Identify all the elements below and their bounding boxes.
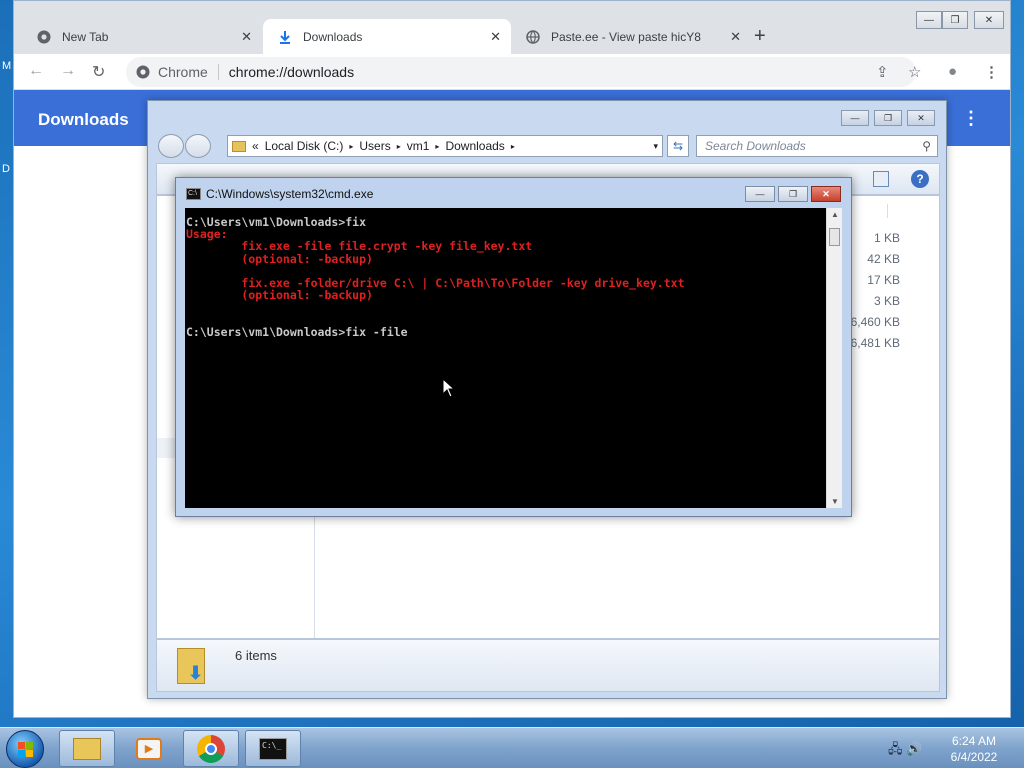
- chevron-right-icon[interactable]: ▸: [349, 142, 353, 151]
- download-icon: [277, 29, 293, 45]
- windows-logo-icon: [18, 742, 34, 758]
- minimize-button[interactable]: —: [841, 110, 869, 126]
- page-title: Downloads: [38, 110, 129, 129]
- scroll-up-arrow-icon[interactable]: ▲: [831, 210, 839, 219]
- cmd-icon: C:\: [186, 188, 201, 200]
- desktop-icon-label[interactable]: D: [2, 163, 10, 175]
- profile-icon[interactable]: ●: [948, 63, 957, 80]
- console-line: (optional: -backup): [186, 251, 373, 266]
- taskbar-chrome-button[interactable]: [183, 730, 239, 767]
- search-icon[interactable]: ⚲: [922, 139, 931, 153]
- chevron-down-icon[interactable]: ▾: [653, 141, 658, 152]
- system-clock[interactable]: 6:24 AM 6/4/2022: [940, 733, 1008, 765]
- breadcrumb[interactable]: « Local Disk (C:) ▸ Users ▸ vm1 ▸ Downlo…: [227, 135, 663, 157]
- console-line: C:\Users\vm1\Downloads>fix -file: [186, 324, 408, 339]
- tray-network-volume-icons[interactable]: 🖧 🔊: [888, 740, 922, 762]
- close-window-button[interactable]: ✕: [974, 11, 1004, 29]
- restore-button[interactable]: ❐: [942, 11, 968, 29]
- site-chip: Chrome: [158, 64, 219, 80]
- close-window-button[interactable]: ✕: [811, 186, 841, 202]
- refresh-button[interactable]: ⇆: [667, 135, 689, 157]
- tab-paste-ee[interactable]: Paste.ee - View paste hicY8 ✕: [511, 19, 751, 54]
- back-button[interactable]: [158, 134, 184, 158]
- tab-strip: New Tab ✕ Downloads ✕ Paste.ee - View pa…: [14, 1, 1010, 54]
- cmd-icon: C:\_: [259, 737, 287, 760]
- folder-icon: [73, 737, 101, 760]
- tab-title: New Tab: [62, 29, 109, 44]
- forward-button[interactable]: [185, 134, 211, 158]
- breadcrumb-item[interactable]: vm1: [407, 139, 430, 153]
- desktop-icon-label[interactable]: M: [2, 60, 11, 72]
- scroll-thumb[interactable]: [829, 228, 840, 246]
- browser-toolbar: ← → ↻ Chrome chrome://downloads ⇪ ☆ ● ⋮: [14, 54, 1010, 90]
- chrome-icon: [136, 65, 150, 79]
- close-tab-icon[interactable]: ✕: [730, 29, 741, 45]
- tab-title: Downloads: [303, 29, 363, 44]
- tab-downloads[interactable]: Downloads ✕: [263, 19, 511, 54]
- bookmark-star-icon[interactable]: ☆: [908, 63, 921, 81]
- breadcrumb-item[interactable]: Local Disk (C:): [265, 139, 344, 153]
- chevron-right-icon[interactable]: ▸: [397, 142, 401, 151]
- clock-time: 6:24 AM: [951, 734, 997, 748]
- chrome-icon: [36, 29, 52, 45]
- console-line: fix.exe -file file.crypt -key file_key.t…: [186, 239, 533, 254]
- download-arrow-icon: ⬇: [188, 663, 204, 683]
- minimize-button[interactable]: —: [745, 186, 775, 202]
- tab-new-tab[interactable]: New Tab ✕: [22, 19, 262, 54]
- window-title: C:\Windows\system32\cmd.exe: [206, 187, 374, 201]
- restore-button[interactable]: ❐: [874, 110, 902, 126]
- search-placeholder: Search Downloads: [705, 139, 806, 153]
- close-tab-icon[interactable]: ✕: [490, 29, 501, 45]
- close-window-button[interactable]: ✕: [907, 110, 935, 126]
- restore-button[interactable]: ❐: [778, 186, 808, 202]
- breadcrumb-item[interactable]: Users: [359, 139, 390, 153]
- reload-button[interactable]: ↻: [92, 62, 105, 82]
- share-icon[interactable]: ⇪: [876, 63, 889, 81]
- url-text: chrome://downloads: [228, 64, 355, 80]
- close-tab-icon[interactable]: ✕: [241, 29, 252, 45]
- chevron-right-icon[interactable]: ▸: [511, 142, 515, 151]
- start-button[interactable]: [6, 730, 44, 768]
- vertical-scrollbar[interactable]: ▲ ▼: [826, 208, 842, 508]
- search-input[interactable]: Search Downloads ⚲: [696, 135, 938, 157]
- new-tab-button[interactable]: +: [754, 25, 766, 48]
- cmd-title-bar[interactable]: C:\ C:\Windows\system32\cmd.exe — ❐ ✕: [176, 178, 851, 208]
- console-line: (optional: -backup): [186, 288, 373, 303]
- chrome-menu-icon[interactable]: ⋮: [984, 63, 999, 81]
- minimize-button[interactable]: —: [916, 11, 942, 29]
- details-pane: ⬇ 6 items: [156, 639, 940, 692]
- taskbar: ▶ C:\_ 🖧 🔊 6:24 AM 6/4/2022: [0, 727, 1024, 768]
- media-player-icon: ▶: [136, 737, 162, 760]
- mouse-cursor-icon: [442, 378, 456, 398]
- tab-title: Paste.ee - View paste hicY8: [551, 29, 701, 44]
- back-button[interactable]: ←: [28, 62, 44, 80]
- preview-pane-icon[interactable]: [873, 171, 889, 187]
- breadcrumb-item[interactable]: Downloads: [445, 139, 504, 153]
- console-output[interactable]: C:\Users\vm1\Downloads>fix Usage: fix.exe…: [185, 208, 826, 508]
- chevron-right-icon[interactable]: ▸: [435, 142, 439, 151]
- breadcrumb-overflow[interactable]: «: [252, 139, 259, 153]
- globe-icon: [525, 29, 541, 45]
- taskbar-media-player-button[interactable]: ▶: [121, 730, 177, 767]
- forward-button[interactable]: →: [60, 62, 76, 80]
- column-divider[interactable]: [887, 204, 888, 218]
- address-bar[interactable]: Chrome chrome://downloads: [126, 57, 916, 87]
- folder-icon: [232, 140, 246, 152]
- taskbar-cmd-button[interactable]: C:\_: [245, 730, 301, 767]
- downloads-menu-icon[interactable]: ⋮: [962, 108, 980, 129]
- scroll-down-arrow-icon[interactable]: ▼: [831, 497, 839, 506]
- console-line: C:\Users\vm1\Downloads>fix: [186, 215, 367, 229]
- item-count: 6 items: [235, 648, 277, 663]
- clock-date: 6/4/2022: [950, 750, 998, 764]
- taskbar-explorer-button[interactable]: [59, 730, 115, 767]
- cmd-window: C:\ C:\Windows\system32\cmd.exe — ❐ ✕ C:…: [175, 177, 852, 517]
- help-button[interactable]: ?: [911, 170, 929, 188]
- downloads-folder-icon: ⬇: [177, 648, 205, 684]
- chrome-icon: [197, 734, 225, 763]
